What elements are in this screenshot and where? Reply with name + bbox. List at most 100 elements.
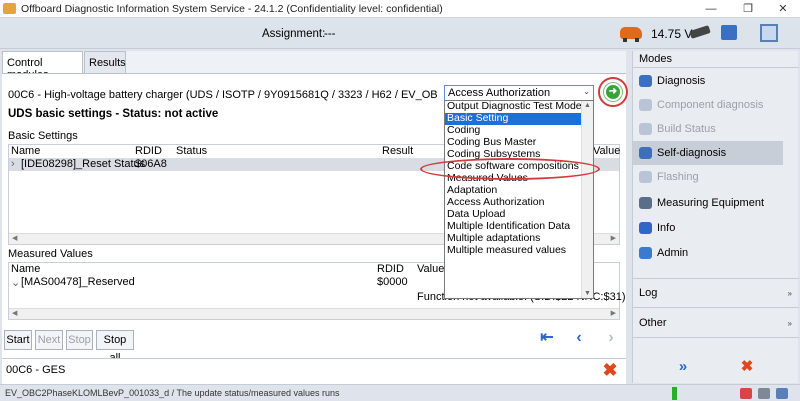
dropdown-option[interactable]: Output Diagnostic Test Mode (445, 101, 581, 113)
mode-measuring-equipment[interactable]: Measuring Equipment (633, 191, 783, 215)
assignment-label: Assignment: (262, 28, 326, 40)
divider (633, 307, 799, 308)
function-select-value: Access Authorization (448, 87, 551, 99)
diagnosis-icon (639, 75, 652, 87)
start-button[interactable]: Start (4, 330, 32, 350)
divider (633, 337, 799, 338)
mode-label: Flashing (657, 171, 699, 183)
close-ecu-icon[interactable]: ✖ (600, 360, 620, 380)
horizontal-scrollbar[interactable]: ◀ ▶ (9, 308, 619, 319)
column-header[interactable]: Result (382, 145, 413, 157)
window-title: Offboard Diagnostic Information System S… (21, 3, 443, 15)
mode-component-diagnosis[interactable]: Component diagnosis (633, 93, 783, 117)
modes-panel: Modes Diagnosis Component diagnosis Buil… (632, 51, 799, 383)
dropdown-option[interactable]: Multiple adaptations (445, 233, 581, 245)
vci-cable-icon (689, 25, 711, 39)
collapse-chevron-icon[interactable]: » (788, 289, 792, 298)
modes-header: Modes (639, 53, 673, 65)
column-header[interactable]: RDID (377, 263, 404, 275)
scroll-left-icon[interactable]: ◀ (12, 309, 17, 317)
self-diagnosis-icon (639, 147, 652, 159)
scroll-right-icon[interactable]: ▶ (611, 234, 616, 242)
mode-flashing[interactable]: Flashing (633, 165, 783, 189)
dropdown-option-selected[interactable]: Basic Setting (445, 113, 581, 125)
component-diagnosis-icon (639, 99, 652, 111)
scroll-up-icon[interactable]: ▲ (584, 102, 591, 109)
function-dropdown-list[interactable]: Output Diagnostic Test Mode Basic Settin… (444, 100, 594, 299)
dropdown-option[interactable]: Coding Bus Master (445, 137, 581, 149)
control-modules-panel: Control modules Results 00C6 - High-volt… (2, 51, 628, 385)
close-window-button[interactable]: ✕ (768, 1, 798, 17)
column-header[interactable]: Name (11, 263, 40, 275)
exit-icon[interactable] (740, 388, 752, 399)
row-name: [IDE08298]_Reset Status (21, 158, 146, 170)
admin-icon (639, 247, 652, 259)
tab-results[interactable]: Results (84, 51, 126, 73)
mode-self-diagnosis[interactable]: Self-diagnosis (633, 141, 783, 165)
top-toolbar: Assignment: --- 14.75 V (0, 19, 800, 49)
scroll-down-icon[interactable]: ▼ (584, 290, 591, 297)
log-header[interactable]: Log (639, 287, 657, 299)
app-icon (3, 3, 16, 14)
row-name: [MAS00478]_Reserved (21, 276, 135, 288)
mode-build-status-documentation[interactable]: Build Status Documentation (633, 117, 783, 159)
measured-values-label: Measured Values (8, 248, 93, 260)
scroll-right-icon[interactable]: ▶ (611, 309, 616, 317)
first-step-button[interactable]: ⇤ (536, 328, 558, 350)
mode-diagnosis[interactable]: Diagnosis (633, 69, 783, 93)
stop-button[interactable]: Stop (66, 330, 93, 350)
column-header[interactable]: Value (417, 263, 444, 275)
dropdown-option[interactable]: Adaptation (445, 185, 581, 197)
mode-label: Diagnosis (657, 75, 706, 87)
column-header[interactable]: Status (176, 145, 207, 157)
column-header[interactable]: Value (593, 145, 620, 157)
mode-admin[interactable]: Admin (633, 241, 783, 265)
ecu-identification: 00C6 - High-voltage battery charger (UDS… (8, 89, 438, 101)
scroll-left-icon[interactable]: ◀ (12, 234, 17, 242)
stop-all-button[interactable]: Stop all (96, 330, 134, 364)
mode-info[interactable]: Info (633, 216, 783, 240)
row-expander-icon[interactable]: › (11, 158, 15, 170)
dropdown-option[interactable]: Coding (445, 125, 581, 137)
mode-label: Measuring Equipment (657, 197, 765, 209)
dropdown-option[interactable]: Access Authorization (445, 197, 581, 209)
previous-step-button[interactable]: ‹ (568, 328, 590, 350)
mode-label: Info (657, 222, 676, 234)
selected-ecu-label: 00C6 - GES (6, 364, 66, 376)
other-header[interactable]: Other (639, 317, 667, 329)
collapse-chevron-icon[interactable]: » (788, 319, 792, 328)
divider (633, 67, 799, 68)
highlight-oval (420, 158, 600, 180)
status-text: EV_OBC2PhaseKLOMLBevP_001033_d / The upd… (5, 388, 340, 398)
dropdown-scrollbar[interactable]: ▲ ▼ (581, 101, 593, 298)
dropdown-option[interactable]: Multiple Identification Data (445, 221, 581, 233)
maximize-button[interactable]: ❐ (733, 1, 763, 17)
flashing-icon (639, 171, 652, 183)
next-button[interactable]: Next (35, 330, 63, 350)
row-rdid: $0000 (377, 276, 408, 288)
column-header[interactable]: Name (11, 145, 40, 157)
dropdown-option[interactable]: Multiple measured values (445, 245, 581, 257)
help-icon[interactable] (776, 388, 788, 399)
battery-voltage: 14.75 V (651, 27, 693, 41)
row-rdid: $06A8 (135, 158, 167, 170)
minimize-button[interactable]: — (696, 1, 726, 17)
mode-label: Admin (657, 247, 689, 259)
function-select[interactable]: Access Authorization ⌄ (444, 85, 594, 101)
next-step-button[interactable]: › (600, 328, 622, 350)
documentation-icon (639, 123, 652, 135)
mode-label: Component diagnosis (657, 99, 764, 111)
gauge-icon (639, 197, 652, 209)
cancel-button[interactable]: ✖ (737, 357, 757, 377)
basic-settings-label: Basic Settings (8, 130, 78, 142)
row-expander-icon[interactable]: ⌄ (11, 276, 20, 289)
tab-control-modules[interactable]: Control modules (2, 51, 83, 81)
usb-connection-icon (721, 25, 737, 40)
forward-button[interactable]: » (673, 357, 693, 377)
chevron-down-icon[interactable]: ⌄ (583, 87, 590, 96)
network-computer-icon (760, 24, 778, 42)
dropdown-option[interactable]: Data Upload (445, 209, 581, 221)
camera-icon[interactable] (758, 388, 770, 399)
mode-label: Self-diagnosis (657, 147, 727, 159)
column-header[interactable]: RDID (135, 145, 162, 157)
